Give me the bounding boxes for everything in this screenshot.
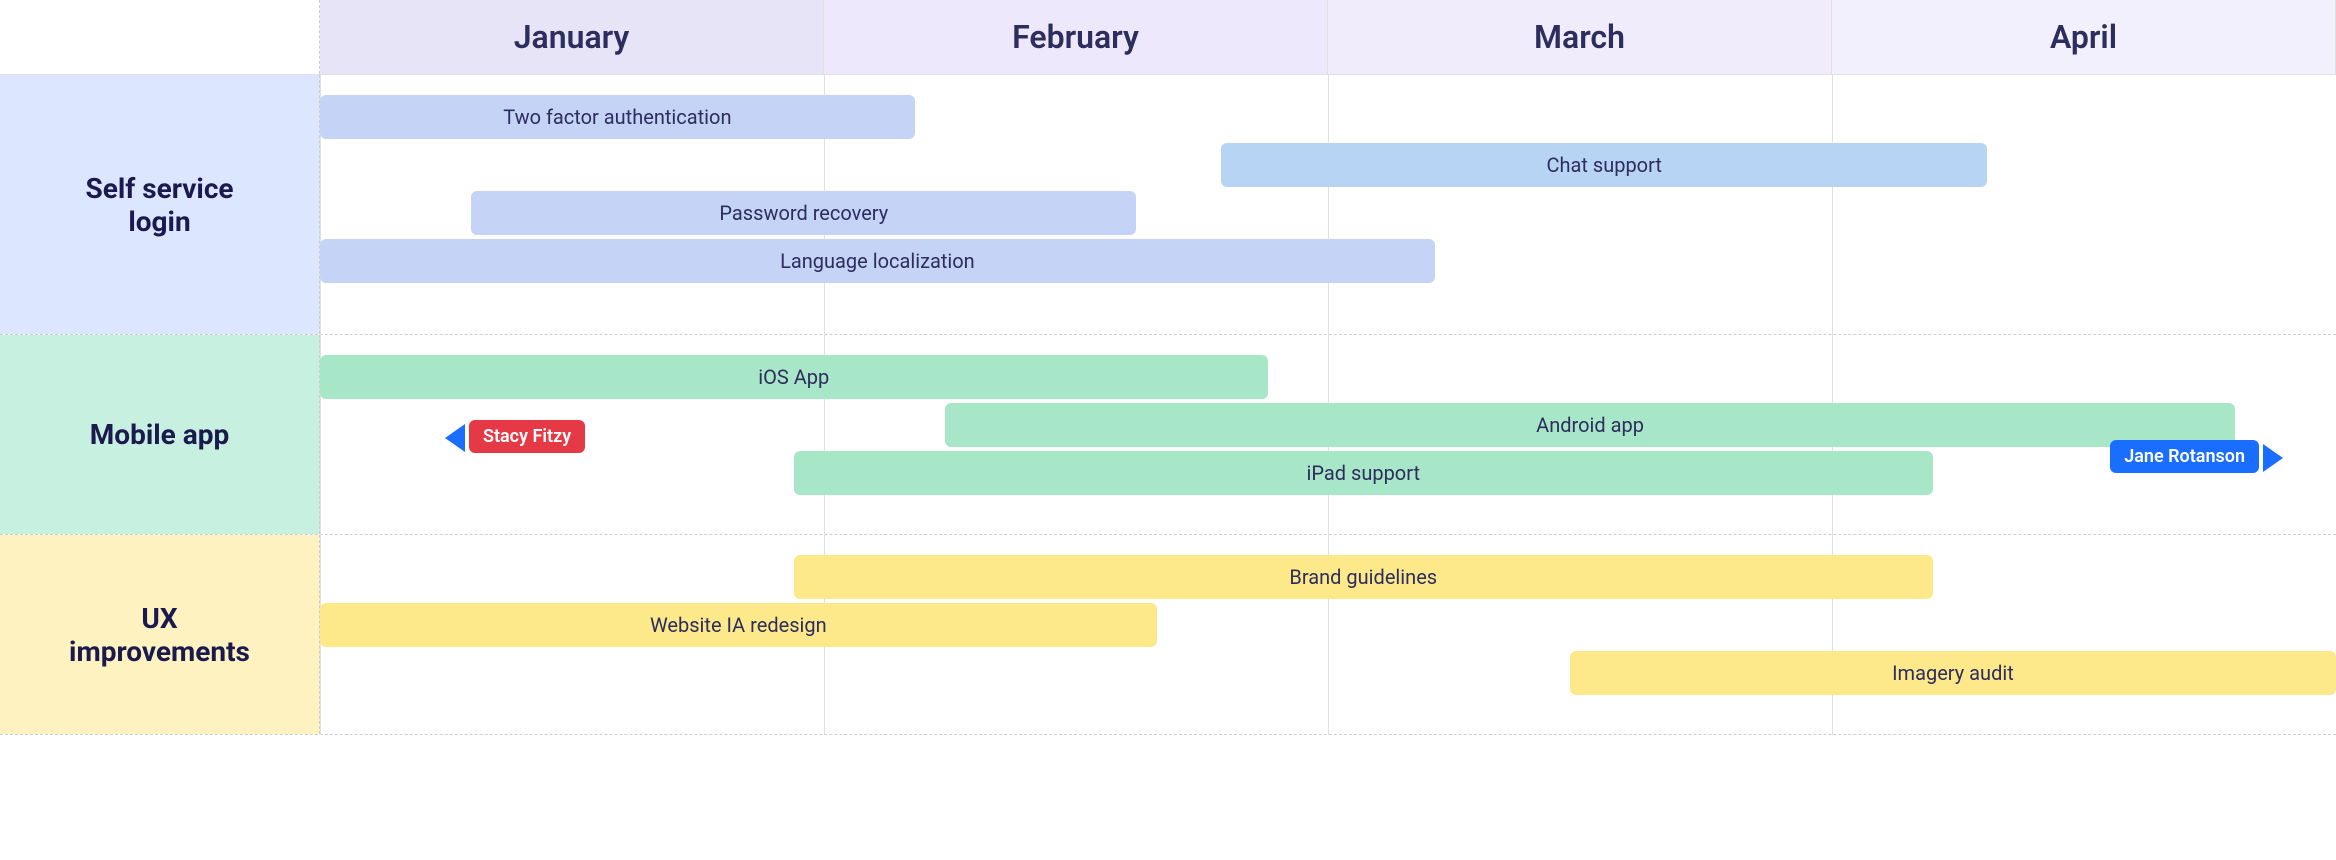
group-ux: UX improvementsBrand guidelinesWebsite I… — [0, 535, 2336, 735]
group-mobile-app: Mobile appiOS AppAndroid appiPad support… — [0, 335, 2336, 535]
cursor-tooltip-label: Stacy Fitzy — [469, 420, 585, 453]
cursor-stacy: Stacy Fitzy — [445, 420, 585, 453]
bar-chat-support[interactable]: Chat support — [1221, 143, 1987, 187]
month-march: March — [1328, 0, 1832, 74]
month-april: April — [1832, 0, 2336, 74]
bar-android-app[interactable]: Android app — [945, 403, 2235, 447]
grid-line — [1832, 75, 1833, 335]
group-self-service: Self service loginTwo factor authenticat… — [0, 75, 2336, 335]
grid-line — [1328, 75, 1329, 335]
gantt-chart: January February March April Self servic… — [0, 0, 2336, 860]
bar-ipad-support[interactable]: iPad support — [794, 451, 1933, 495]
bar-password-recovery[interactable]: Password recovery — [471, 191, 1136, 235]
cursor-tooltip-label: Jane Rotanson — [2110, 440, 2259, 473]
month-february: February — [824, 0, 1328, 74]
cursor-arrow-right — [2263, 444, 2283, 472]
months-header: January February March April — [320, 0, 2336, 74]
label-header-spacer — [0, 0, 320, 74]
bar-ios-app[interactable]: iOS App — [320, 355, 1268, 399]
bar-two-factor[interactable]: Two factor authentication — [320, 95, 915, 139]
bar-imagery-audit[interactable]: Imagery audit — [1570, 651, 2336, 695]
cursor-jane: Jane Rotanson — [2110, 440, 2283, 473]
bar-website-ia[interactable]: Website IA redesign — [320, 603, 1157, 647]
bars-area-self-service: Two factor authentication Chat support Pas… — [320, 75, 2336, 335]
bars-area-mobile-app: iOS AppAndroid appiPad support Stacy Fitz… — [320, 335, 2336, 535]
label-mobile-app: Mobile app — [0, 335, 320, 534]
label-ux: UX improvements — [0, 535, 320, 734]
bar-language-localization[interactable]: Language localization — [320, 239, 1435, 283]
bars-area-ux: Brand guidelinesWebsite IA redesign Image… — [320, 535, 2336, 735]
cursor-arrow-left — [445, 424, 465, 452]
bar-brand-guidelines[interactable]: Brand guidelines — [794, 555, 1933, 599]
body-section: Self service loginTwo factor authenticat… — [0, 75, 2336, 860]
month-january: January — [320, 0, 824, 74]
label-self-service: Self service login — [0, 75, 320, 334]
header-row: January February March April — [0, 0, 2336, 75]
